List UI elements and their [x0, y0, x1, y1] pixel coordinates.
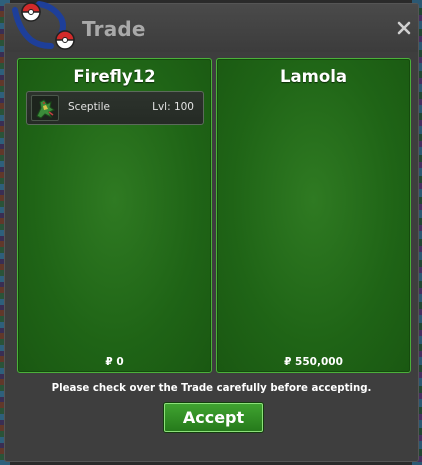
- player-name: Firefly12: [73, 67, 156, 86]
- money-amount: ₽ 0: [105, 356, 124, 368]
- close-icon[interactable]: [396, 20, 412, 36]
- player-name: Lamola: [280, 67, 347, 86]
- pokemon-name: Sceptile: [68, 101, 110, 113]
- trade-panel-lamola: Lamola ₽ 550,000: [216, 58, 411, 373]
- sceptile-sprite-icon: [31, 95, 59, 121]
- trade-panel-firefly12: Firefly12 Sceptile Lvl: 100 ₽ 0: [17, 58, 212, 373]
- title-bar[interactable]: Trade: [5, 1, 418, 52]
- trade-window: Trade Firefly12 Sceptile Lvl: 100 ₽ 0 La…: [4, 1, 419, 462]
- pokeball-logo-icon: [9, 0, 81, 58]
- money-amount: ₽ 550,000: [284, 356, 343, 368]
- trade-notice: Please check over the Trade carefully be…: [51, 383, 372, 394]
- window-title: Trade: [82, 17, 146, 41]
- accept-button[interactable]: Accept: [164, 403, 263, 432]
- pokemon-slot[interactable]: Sceptile Lvl: 100: [26, 91, 204, 125]
- pokemon-level: Lvl: 100: [152, 101, 194, 113]
